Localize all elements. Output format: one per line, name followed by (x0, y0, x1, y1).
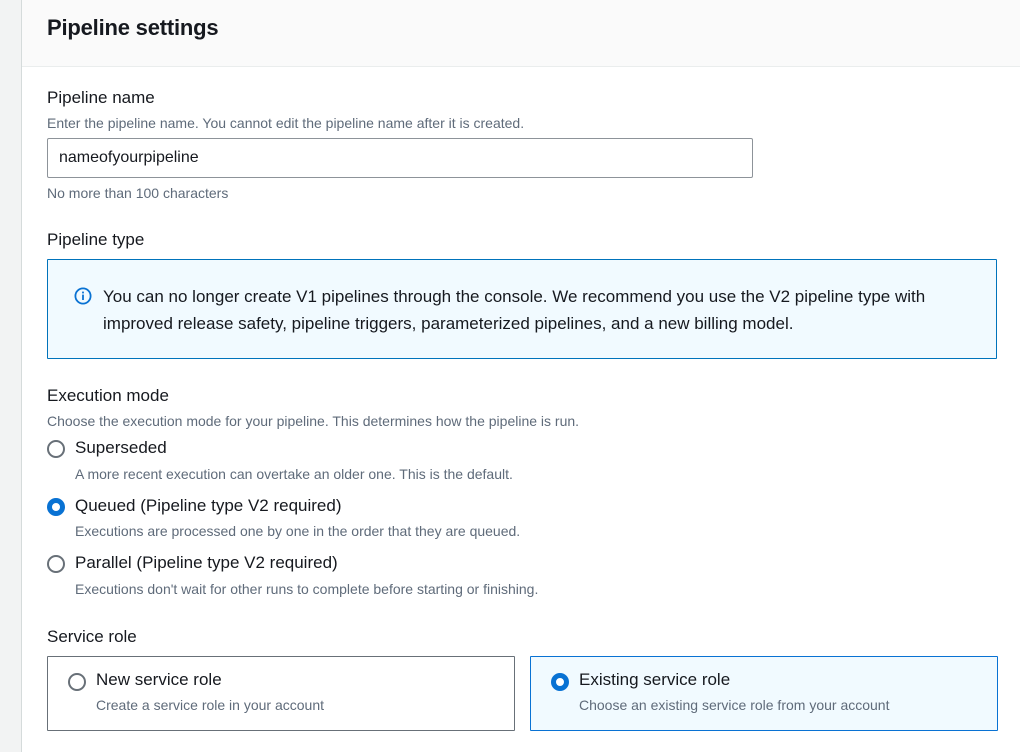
panel-header: Pipeline settings (22, 0, 1020, 67)
pipeline-name-input[interactable] (47, 138, 753, 178)
service-role-tile-new[interactable]: New service role Create a service role i… (47, 656, 515, 731)
execution-mode-label: Execution mode (47, 386, 169, 405)
radio-button[interactable] (47, 440, 65, 458)
service-role-tile-description: Create a service role in your account (96, 697, 324, 713)
pipeline-type-info-alert: You can no longer create V1 pipelines th… (47, 259, 997, 359)
execution-mode-option-label: Queued (Pipeline type V2 required) (75, 496, 342, 515)
pipeline-settings-panel: Pipeline settings Pipeline name Enter th… (22, 0, 1020, 752)
pipeline-type-label: Pipeline type (47, 230, 145, 249)
radio-button-selected[interactable] (47, 498, 65, 516)
pipeline-name-constraint: No more than 100 characters (47, 185, 229, 201)
pipeline-name-description: Enter the pipeline name. You cannot edit… (47, 115, 525, 131)
info-circle-icon (74, 287, 92, 305)
service-role-tile-label: Existing service role (579, 670, 731, 689)
service-role-tile-label: New service role (96, 670, 222, 689)
service-role-label: Service role (47, 627, 137, 646)
execution-mode-description: Choose the execution mode for your pipel… (47, 413, 580, 429)
radio-button[interactable] (68, 673, 86, 691)
panel-title: Pipeline settings (47, 15, 219, 40)
service-role-tile-existing[interactable]: Existing service role Choose an existing… (530, 656, 998, 731)
left-rail (0, 0, 22, 752)
radio-button[interactable] (47, 555, 65, 573)
pipeline-name-label: Pipeline name (47, 88, 155, 107)
execution-mode-option-label: Superseded (75, 438, 167, 457)
execution-mode-option-description: A more recent execution can overtake an … (75, 466, 513, 482)
execution-mode-option-description: Executions don't wait for other runs to … (75, 581, 539, 597)
service-role-tile-description: Choose an existing service role from you… (579, 697, 890, 713)
execution-mode-option-description: Executions are processed one by one in t… (75, 523, 521, 539)
execution-mode-option-label: Parallel (Pipeline type V2 required) (75, 553, 338, 572)
pipeline-type-info-text: You can no longer create V1 pipelines th… (103, 287, 926, 333)
radio-button-selected[interactable] (551, 673, 569, 691)
